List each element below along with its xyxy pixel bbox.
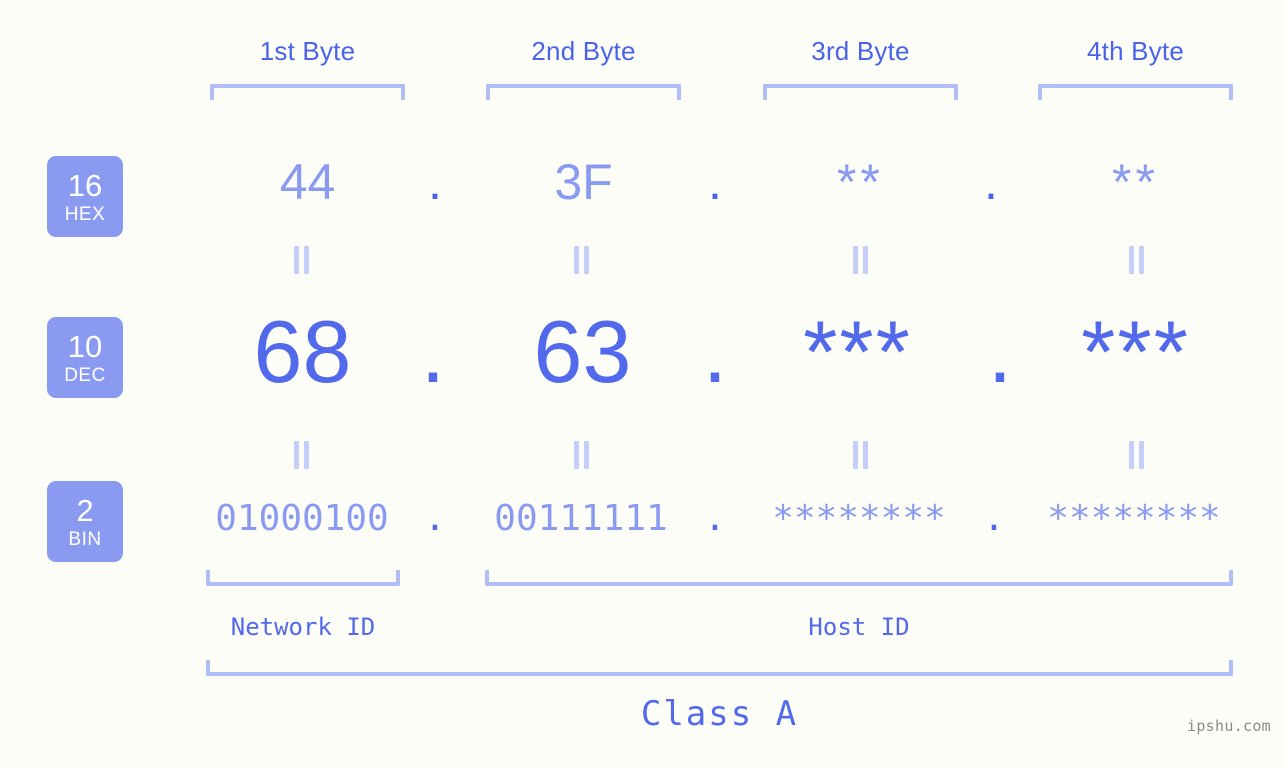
dec-separator-1: . — [420, 302, 446, 401]
radix-badge-bin-number: 2 — [76, 492, 94, 528]
host-id-bracket — [485, 570, 1233, 586]
bin-byte-3-value: ******** — [772, 498, 946, 539]
bin-separator-3: . — [983, 498, 1005, 539]
byte-header-3: 3rd Byte — [811, 36, 910, 66]
radix-badge-dec: 10 DEC — [47, 317, 123, 398]
network-id-label: Network ID — [230, 613, 376, 641]
bin-byte-2-value: 00111111 — [494, 498, 668, 539]
bin-separator-2: . — [704, 498, 726, 539]
host-id-label: Host ID — [808, 613, 910, 641]
byte-bracket-4 — [1038, 84, 1233, 100]
equals-connector-byte-2 — [570, 246, 592, 274]
equals-connector-byte-3 — [849, 246, 871, 274]
equals-connector-byte-2-lower — [570, 441, 592, 469]
radix-badge-hex-number: 16 — [67, 167, 103, 203]
equals-connector-byte-1 — [290, 246, 312, 274]
radix-badge-hex: 16 HEX — [47, 156, 123, 237]
bin-byte-4-value: ******** — [1047, 498, 1221, 539]
radix-badge-hex-name: HEX — [64, 203, 106, 225]
byte-bracket-2 — [486, 84, 681, 100]
dec-separator-3: . — [987, 302, 1013, 401]
equals-connector-byte-1-lower — [290, 441, 312, 469]
dec-byte-2-value: 63 — [533, 302, 632, 401]
hex-separator-3: . — [984, 154, 998, 210]
dec-separator-2: . — [702, 302, 728, 401]
byte-bracket-3 — [763, 84, 958, 100]
hex-byte-2-value: 3F — [554, 154, 613, 210]
dec-byte-4-value: *** — [1081, 302, 1190, 401]
class-bracket — [206, 660, 1233, 676]
hex-byte-1-value: 44 — [279, 154, 336, 210]
bin-separator-1: . — [424, 498, 446, 539]
equals-connector-byte-4 — [1125, 246, 1147, 274]
equals-connector-byte-4-lower — [1125, 441, 1147, 469]
dec-byte-3-value: *** — [803, 302, 912, 401]
hex-byte-3-value: ** — [837, 154, 884, 210]
hex-separator-1: . — [428, 154, 442, 210]
byte-bracket-1 — [210, 84, 405, 100]
watermark: ipshu.com — [1187, 717, 1271, 735]
bin-byte-1-value: 01000100 — [215, 498, 389, 539]
network-id-bracket — [206, 570, 400, 586]
hex-separator-2: . — [708, 154, 722, 210]
class-label: Class A — [640, 694, 799, 734]
equals-connector-byte-3-lower — [849, 441, 871, 469]
byte-header-1: 1st Byte — [259, 36, 356, 66]
radix-badge-dec-name: DEC — [64, 364, 106, 386]
hex-byte-4-value: ** — [1112, 154, 1159, 210]
radix-badge-bin: 2 BIN — [47, 481, 123, 562]
dec-byte-1-value: 68 — [253, 302, 352, 401]
radix-badge-bin-name: BIN — [68, 528, 102, 550]
byte-header-2: 2nd Byte — [531, 36, 636, 66]
byte-header-4: 4th Byte — [1087, 36, 1184, 66]
radix-badge-dec-number: 10 — [67, 328, 103, 364]
